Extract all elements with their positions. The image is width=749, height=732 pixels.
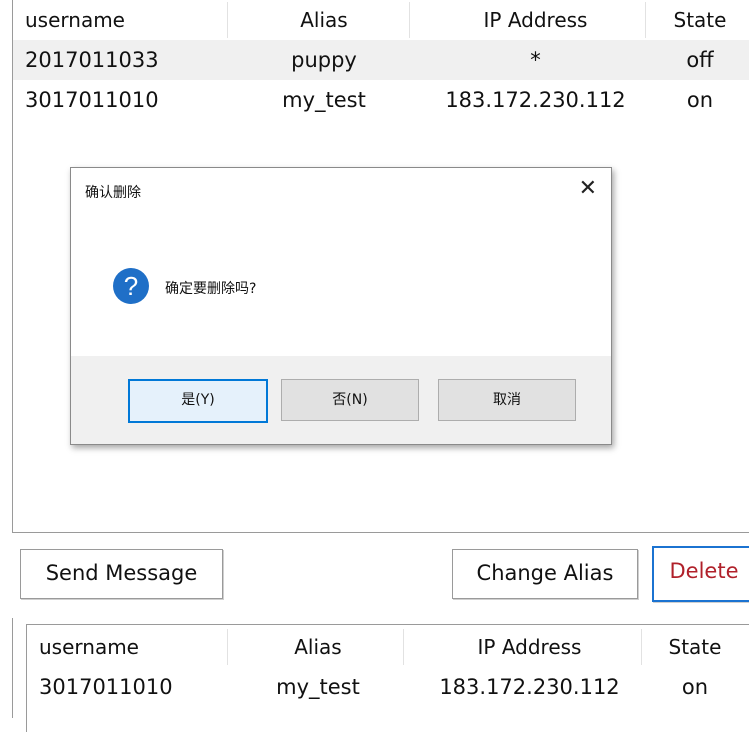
column-divider xyxy=(645,2,646,38)
table-header: username Alias IP Address State xyxy=(13,0,749,40)
no-button[interactable]: 否(N) xyxy=(281,379,419,421)
row-state: on xyxy=(686,88,714,112)
column-divider xyxy=(403,629,404,665)
row-username: 3017011010 xyxy=(25,88,159,112)
row-ip: 183.172.230.112 xyxy=(439,675,620,699)
row-alias: my_test xyxy=(282,88,366,112)
table-row[interactable]: 3017011010 my_test 183.172.230.112 on xyxy=(13,80,749,120)
row-username: 2017011033 xyxy=(25,48,159,72)
close-icon[interactable]: ✕ xyxy=(579,176,597,201)
dialog-title: 确认删除 xyxy=(85,185,141,201)
column-header-ip[interactable]: IP Address xyxy=(413,0,658,40)
yes-button[interactable]: 是(Y) xyxy=(128,379,268,423)
column-divider xyxy=(227,629,228,665)
panel-edge xyxy=(12,618,13,718)
row-state: on xyxy=(681,675,709,699)
column-header-username[interactable]: username xyxy=(25,0,125,40)
delete-button[interactable]: Delete xyxy=(652,546,749,602)
row-username: 3017011010 xyxy=(39,675,173,699)
column-header-ip[interactable]: IP Address xyxy=(407,627,652,667)
column-header-username[interactable]: username xyxy=(39,627,139,667)
column-header-alias[interactable]: Alias xyxy=(259,0,389,40)
send-message-button[interactable]: Send Message xyxy=(20,549,223,599)
cancel-button[interactable]: 取消 xyxy=(438,379,576,421)
row-ip: * xyxy=(530,48,541,72)
dialog-message: 确定要删除吗? xyxy=(165,281,257,297)
column-header-alias[interactable]: Alias xyxy=(253,627,383,667)
confirm-delete-dialog: 确认删除 ✕ ? 确定要删除吗? 是(Y) 否(N) 取消 xyxy=(70,167,612,445)
dialog-footer: 是(Y) 否(N) 取消 xyxy=(71,356,611,444)
change-alias-button[interactable]: Change Alias xyxy=(452,549,638,599)
user-table-bottom: username Alias IP Address State 30170110… xyxy=(26,624,749,732)
row-alias: my_test xyxy=(276,675,360,699)
column-divider xyxy=(227,2,228,38)
table-row[interactable]: 2017011033 puppy * off xyxy=(13,40,749,80)
column-header-state[interactable]: State xyxy=(655,0,745,40)
row-ip: 183.172.230.112 xyxy=(445,88,626,112)
table-header: username Alias IP Address State xyxy=(27,627,749,667)
question-icon: ? xyxy=(113,268,149,304)
table-row[interactable]: 3017011010 my_test 183.172.230.112 on xyxy=(27,667,749,707)
row-alias: puppy xyxy=(291,48,357,72)
column-divider xyxy=(409,2,410,38)
column-header-state[interactable]: State xyxy=(645,627,745,667)
column-divider xyxy=(641,629,642,665)
row-state: off xyxy=(686,48,714,72)
